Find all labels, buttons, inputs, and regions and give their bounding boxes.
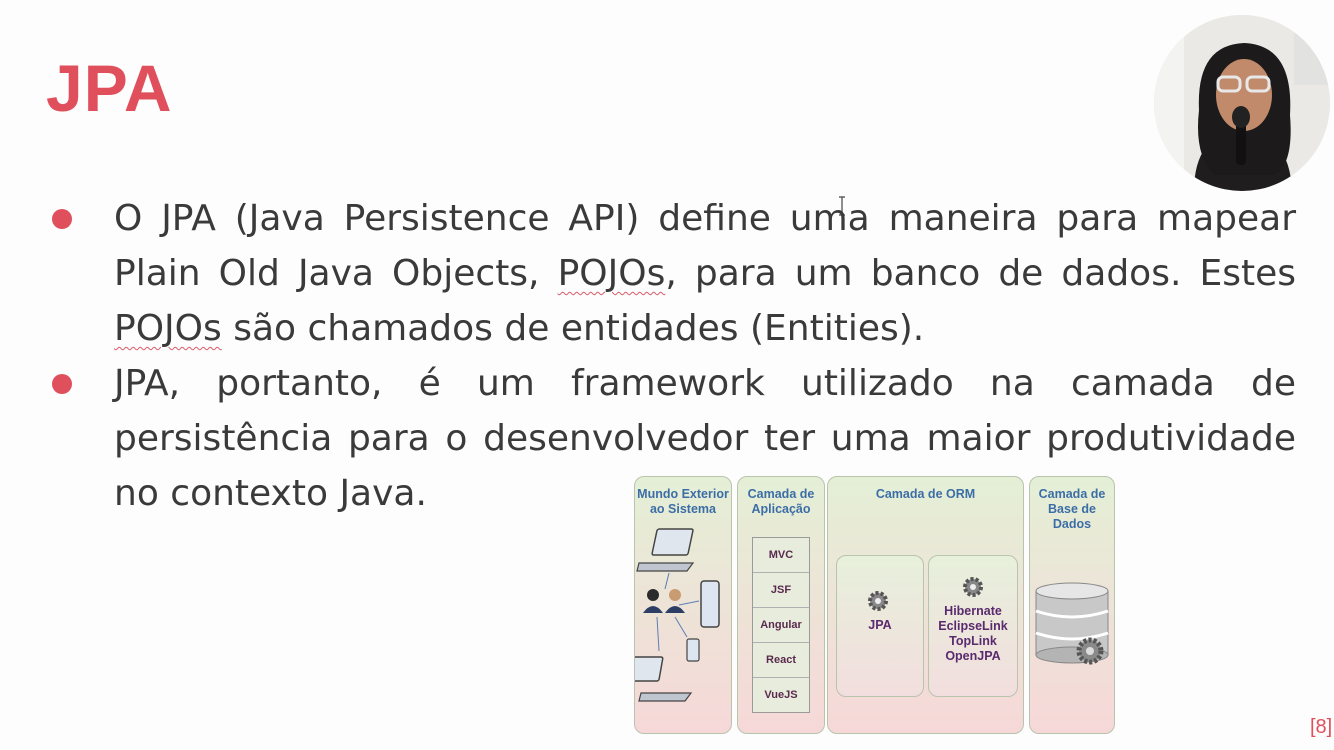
slide-title: JPA — [46, 51, 173, 125]
impl-label: EclipseLink — [938, 619, 1008, 633]
bullet-dot — [52, 374, 72, 394]
gear-icon — [868, 591, 888, 611]
page-number: [8] — [1310, 716, 1333, 738]
column-heading: Mundo Exterior ao Sistema — [637, 487, 729, 516]
bullet-dot — [52, 209, 72, 229]
framework-item: JSF — [753, 573, 809, 608]
text-fragment: Plain Old Java Objects, — [114, 253, 558, 294]
text-fragment: são chamados de entidades (Entities). — [221, 308, 925, 349]
column-heading: Camada de Base de Dados — [1038, 487, 1106, 531]
database-icon — [1035, 582, 1109, 665]
text-line: Plain Old Java Objects, POJOs, para um b… — [114, 246, 1296, 301]
impl-label: OpenJPA — [945, 649, 1001, 663]
column-database-layer: Camada de Base de Dados — [1029, 476, 1115, 734]
framework-item: VueJS — [764, 689, 798, 701]
impl-label: TopLink — [949, 634, 997, 648]
framework-item: MVC — [753, 538, 809, 573]
orm-architecture-diagram: Mundo Exterior ao Sistema Camada de Apli… — [634, 476, 1116, 736]
presenter-webcam — [1154, 15, 1330, 191]
devices-users-icon — [635, 528, 720, 702]
bullet-paragraph-1: O JPA (Java Persistence API) define uma … — [114, 191, 1296, 356]
spellcheck-word: POJOs — [557, 253, 666, 294]
column-heading: Camada de ORM — [875, 487, 976, 501]
text-line: O JPA (Java Persistence API) define uma … — [114, 198, 1296, 239]
text-line: POJOs são chamados de entidades (Entitie… — [114, 301, 1296, 356]
column-orm-layer: Camada de ORM JPA Hibernate EclipseLink … — [827, 476, 1024, 734]
implementations-box: Hibernate EclipseLink TopLink OpenJPA — [928, 555, 1018, 697]
impl-label: Hibernate — [944, 604, 1002, 618]
column-heading: Camada de Aplicação — [747, 487, 815, 516]
spellcheck-word: POJOs — [114, 308, 222, 349]
column-application-layer: Camada de Aplicação MVC JSF Angular Reac… — [737, 476, 825, 734]
jpa-label: JPA — [868, 618, 892, 632]
text-line: JPA, portanto, é um framework utilizado … — [114, 363, 1296, 404]
column-external-world: Mundo Exterior ao Sistema — [634, 476, 732, 734]
jpa-box: JPA — [836, 555, 924, 697]
gear-icon — [963, 577, 983, 597]
framework-stack: MVC JSF Angular React VueJS — [752, 537, 810, 713]
framework-item: Angular — [753, 608, 809, 643]
text-fragment: , para um banco de dados. Estes — [665, 253, 1296, 294]
framework-item: React — [753, 643, 809, 678]
text-line: persistência para o desenvolvedor ter um… — [114, 418, 1296, 459]
